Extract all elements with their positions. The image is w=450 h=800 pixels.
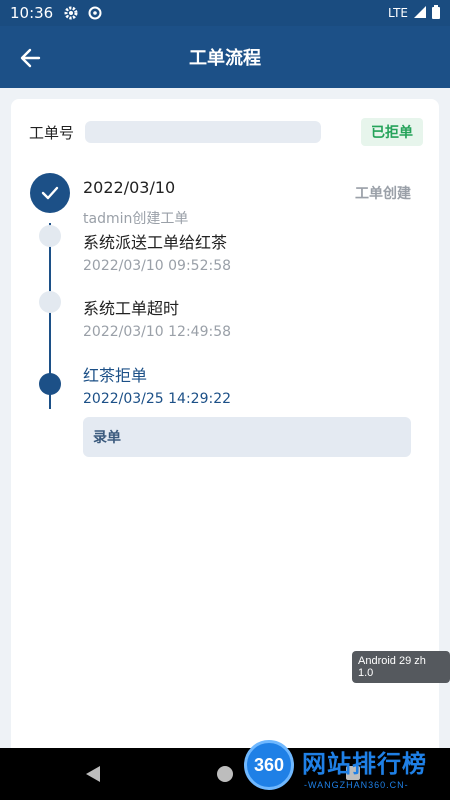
watermark-text: 网站排行榜: [302, 750, 427, 778]
arrow-left-icon: [20, 48, 41, 68]
status-bar: 10:36 LTE: [0, 0, 450, 26]
page-title: 工单流程: [189, 48, 261, 69]
timeline-node: [39, 291, 61, 313]
page-body: 工单号 已拒单 2022/03/10 tadmin创建工单 工单创建 系统派送工…: [0, 88, 450, 748]
debug-version-chip: Android 29 zh 1.0: [352, 651, 450, 683]
step-time: 2022/03/25 14:29:22: [83, 391, 232, 407]
record-order-button[interactable]: 录单: [83, 417, 411, 457]
first-entry-tag: 工单创建: [355, 186, 411, 202]
timeline-node-active: [39, 373, 61, 395]
network-type: LTE: [388, 6, 408, 20]
watermark-logo: 360: [244, 740, 294, 790]
gear-icon: [63, 5, 79, 21]
watermark: 360 网站排行榜 -WANGZHAN360.CN-: [244, 738, 444, 796]
step-title: 系统工单超时: [83, 299, 180, 318]
first-entry-sub: tadmin创建工单: [83, 211, 189, 227]
nav-back-icon[interactable]: [86, 766, 100, 782]
signal-icon: [414, 5, 426, 21]
order-number-row: 工单号 已拒单: [29, 118, 423, 146]
status-right: LTE: [388, 4, 440, 22]
watermark-url: -WANGZHAN360.CN-: [304, 780, 409, 790]
nav-home-icon[interactable]: [217, 766, 233, 782]
step-time: 2022/03/10 09:52:58: [83, 258, 232, 274]
status-badge: 已拒单: [361, 118, 423, 146]
check-icon: [30, 173, 70, 213]
order-number-field[interactable]: [85, 121, 321, 143]
step-title: 红茶拒单: [83, 366, 148, 385]
first-entry-date: 2022/03/10: [83, 178, 176, 197]
step-time: 2022/03/10 12:49:58: [83, 324, 232, 340]
back-button[interactable]: [16, 44, 44, 72]
step-title: 系统派送工单给红茶: [83, 233, 228, 252]
timeline-node: [39, 225, 61, 247]
clock: 10:36: [10, 4, 54, 22]
battery-icon: [432, 4, 440, 22]
app-bar: 工单流程: [0, 26, 450, 88]
order-number-label: 工单号: [29, 123, 75, 142]
sync-icon: [87, 5, 103, 21]
